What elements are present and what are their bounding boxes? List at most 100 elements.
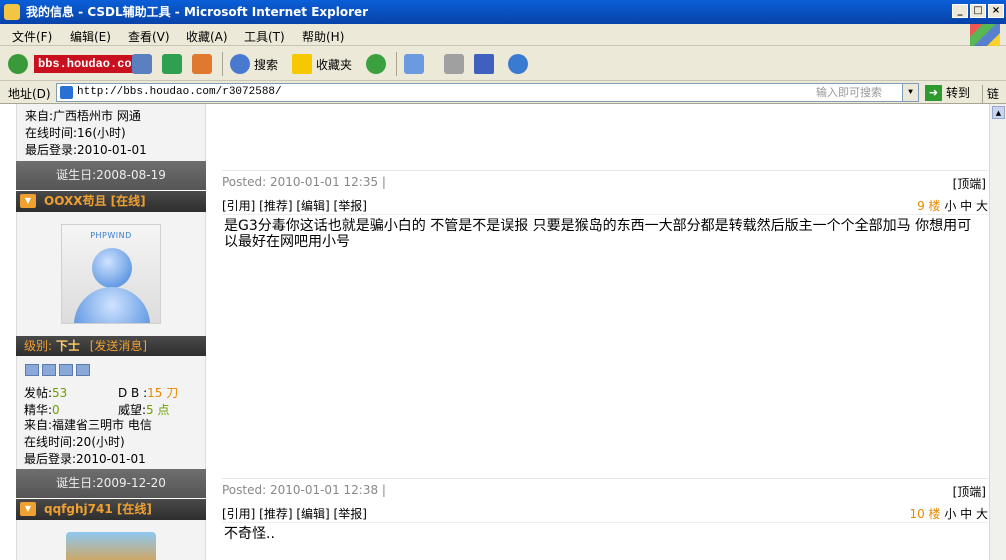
address-label: 地址(D) xyxy=(8,87,51,101)
menu-favorites[interactable]: 收藏(A) xyxy=(186,28,228,45)
stat-label: 精华: xyxy=(24,403,53,417)
search-icon xyxy=(230,54,250,74)
page-icon xyxy=(60,86,73,99)
rank-value: 下士 xyxy=(55,339,80,353)
edit-page-icon xyxy=(474,54,494,74)
home-icon xyxy=(192,54,212,74)
go-label: 转到 xyxy=(946,86,971,100)
history-button[interactable] xyxy=(366,53,386,75)
address-bar: 地址(D) http://bbs.houdao.com/r3072588/ 输入… xyxy=(0,81,1006,119)
stat-label: 发帖: xyxy=(24,386,53,400)
user-action-icons xyxy=(25,364,90,376)
toolbar-separator xyxy=(222,52,223,76)
stat-value: 0 xyxy=(52,403,60,417)
maximize-icon[interactable]: □ xyxy=(970,4,986,18)
add-friend-icon[interactable] xyxy=(59,364,73,376)
menu-tools[interactable]: 工具(T) xyxy=(244,28,285,45)
back-to-top-link[interactable]: [顶端] xyxy=(953,483,986,500)
menu-edit[interactable]: 编辑(E) xyxy=(70,28,111,45)
avatar-head xyxy=(92,248,132,288)
user-birthday: 诞生日:2008-08-19 xyxy=(16,161,206,190)
window-controls: _ □ × xyxy=(952,4,1004,18)
toolbar-separator xyxy=(396,52,397,76)
user-last-login: 最后登录:2010-01-01 xyxy=(24,452,146,466)
floor-number: 9 楼 xyxy=(917,199,941,213)
mail-button[interactable] xyxy=(404,53,424,75)
window-title-bar: 我的信息 - CSDL辅助工具 - Microsoft Internet Exp… xyxy=(0,0,1006,24)
messenger-button[interactable] xyxy=(508,53,528,75)
go-button[interactable]: ➜ 转到 xyxy=(925,84,970,101)
post-username[interactable]: ▼ qqfghj741 [在线] xyxy=(16,499,206,520)
history-icon xyxy=(366,54,386,74)
document-icon[interactable] xyxy=(42,364,56,376)
close-icon[interactable]: × xyxy=(988,4,1004,18)
menu-help[interactable]: 帮助(H) xyxy=(302,28,344,45)
windows-logo-icon xyxy=(970,24,1000,46)
stat-prestige: 威望:5 点 xyxy=(118,401,170,418)
site-watermark: bbs.houdao.com xyxy=(34,55,143,73)
username-text: OOXX苟且 [在线] xyxy=(44,194,146,208)
ie-app-icon xyxy=(4,4,20,20)
search-button[interactable]: 搜索 xyxy=(230,53,278,75)
toolbar: bbs.houdao.com 搜索 收藏夹 xyxy=(0,46,1006,81)
user-rank-bar: 级别: 下士 [发送消息] xyxy=(16,336,206,356)
user-panel: 来自:广西梧州市 网通 在线时间:16(小时) 最后登录:2010-01-01 xyxy=(16,104,206,162)
address-search-hint: 输入即可搜索 xyxy=(816,86,882,99)
user-last-login: 最后登录:2010-01-01 xyxy=(25,143,147,157)
star-icon xyxy=(292,54,312,74)
post-body: 是G3分毒你这话也就是骗小白的 不管是不是误报 只要是猴岛的东西一大部分都是转载… xyxy=(224,218,972,250)
user-online-time: 在线时间:16(小时) xyxy=(25,126,126,140)
post-actions: [引用] [推荐] [编辑] [举报] 10 楼 小 中 大 xyxy=(222,505,988,522)
menu-bar: 文件(F) 编辑(E) 查看(V) 收藏(A) 工具(T) 帮助(H) xyxy=(0,24,1006,46)
stat-value: 15 刀 xyxy=(147,386,179,400)
profile-card-icon[interactable] xyxy=(25,364,39,376)
back-arrow-icon xyxy=(8,54,28,74)
favorites-label: 收藏夹 xyxy=(316,57,353,72)
search-label: 搜索 xyxy=(254,57,279,72)
refresh-button[interactable] xyxy=(162,53,182,75)
post-body: 不奇怪.. xyxy=(224,526,275,542)
post-action-links[interactable]: [引用] [推荐] [编辑] [举报] xyxy=(222,507,367,521)
address-input[interactable]: http://bbs.houdao.com/r3072588/ 输入即可搜索 ▼ xyxy=(56,83,919,102)
post-username[interactable]: ▼ OOXX苟且 [在线] xyxy=(16,191,206,212)
avatar xyxy=(66,532,156,560)
user-info: 来自:福建省三明市 电信 在线时间:20(小时) 最后登录:2010-01-01 xyxy=(16,417,206,468)
menu-view[interactable]: 查看(V) xyxy=(128,28,170,45)
chevron-down-icon[interactable]: ▼ xyxy=(902,84,918,101)
post-actions: [引用] [推荐] [编辑] [举报] 9 楼 小 中 大 xyxy=(222,197,988,214)
font-size-toggle[interactable]: 小 中 大 xyxy=(944,507,988,521)
user-from: 来自:福建省三明市 电信 xyxy=(24,418,152,432)
menu-file[interactable]: 文件(F) xyxy=(12,28,52,45)
scroll-up-icon[interactable]: ▲ xyxy=(992,106,1005,119)
vertical-scrollbar[interactable]: ▲ xyxy=(989,104,1006,560)
post-action-links[interactable]: [引用] [推荐] [编辑] [举报] xyxy=(222,199,367,213)
stop-button[interactable] xyxy=(132,53,152,75)
mail-icon[interactable] xyxy=(76,364,90,376)
posted-text: Posted: 2010-01-01 12:38 | xyxy=(222,483,386,497)
address-url: http://bbs.houdao.com/r3072588/ xyxy=(77,86,282,98)
send-message-link[interactable]: [发送消息] xyxy=(90,339,147,353)
printer-icon xyxy=(444,54,464,74)
chevron-down-icon[interactable]: ▼ xyxy=(20,194,36,208)
stat-label: D B : xyxy=(118,386,148,400)
floor-indicator: 9 楼 小 中 大 xyxy=(917,197,988,214)
chevron-down-icon[interactable]: ▼ xyxy=(20,502,36,516)
back-button[interactable] xyxy=(8,53,28,75)
messenger-icon xyxy=(508,54,528,74)
window-title: 我的信息 - CSDL辅助工具 - Microsoft Internet Exp… xyxy=(26,5,369,19)
back-to-top-link[interactable]: [顶端] xyxy=(953,175,986,192)
minimize-icon[interactable]: _ xyxy=(952,4,968,18)
stat-db: D B :15 刀 xyxy=(118,384,178,401)
home-button[interactable] xyxy=(192,53,212,75)
floor-indicator: 10 楼 小 中 大 xyxy=(909,505,988,522)
font-size-toggle[interactable]: 小 中 大 xyxy=(944,199,988,213)
user-birthday: 诞生日:2009-12-20 xyxy=(16,469,206,498)
stop-icon xyxy=(132,54,152,74)
print-button[interactable] xyxy=(444,53,464,75)
post-timestamp: Posted: 2010-01-01 12:35 | [顶端] xyxy=(222,170,988,192)
edit-button[interactable] xyxy=(474,53,494,75)
stat-value: 53 xyxy=(52,386,68,400)
avatar-brand: PHPWIND xyxy=(90,231,132,240)
favorites-button[interactable]: 收藏夹 xyxy=(292,53,352,75)
avatar-body xyxy=(74,287,150,323)
